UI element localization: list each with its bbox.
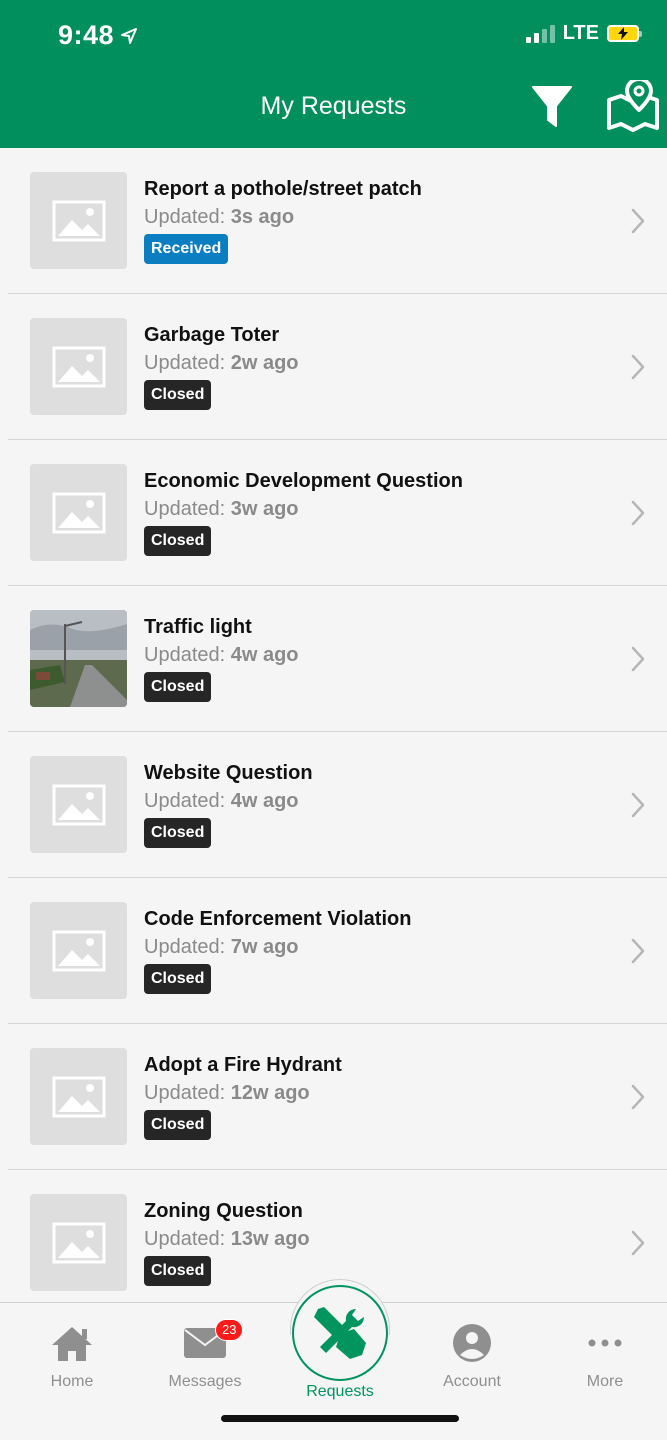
- request-updated: Updated: 4w ago: [144, 790, 299, 812]
- status-time: 9:48: [58, 20, 138, 51]
- header-bar: 9:48 LTE My Requests: [0, 0, 667, 148]
- street-photo: [30, 610, 127, 707]
- tab-home[interactable]: Home: [22, 1313, 122, 1391]
- status-badge: Closed: [144, 1256, 212, 1286]
- request-title: Zoning Question: [144, 1200, 303, 1222]
- request-title: Website Question: [144, 762, 313, 784]
- status-badge: Closed: [144, 964, 212, 994]
- network-label: LTE: [562, 22, 599, 44]
- tab-home-label: Home: [50, 1373, 94, 1390]
- chevron-right-icon: [631, 354, 645, 380]
- request-row[interactable]: Report a pothole/street patch Updated: 3…: [8, 148, 667, 294]
- filter-button[interactable]: [532, 84, 572, 130]
- placeholder-image-icon: [52, 492, 105, 533]
- tab-requests-label: Requests: [306, 1383, 374, 1400]
- chevron-right-icon: [631, 646, 645, 672]
- signal-strength-icon: [525, 24, 555, 43]
- chevron-right-icon: [631, 938, 645, 964]
- tools-icon: [314, 1307, 366, 1359]
- status-badge: Received: [144, 234, 229, 264]
- request-title: Traffic light: [144, 616, 252, 638]
- request-title: Report a pothole/street patch: [144, 178, 422, 200]
- chevron-right-icon: [631, 1084, 645, 1110]
- tab-messages[interactable]: 23 Messages: [155, 1313, 255, 1391]
- status-badge: Closed: [144, 672, 212, 702]
- status-badge: Closed: [144, 818, 212, 848]
- requests-circle: [292, 1285, 388, 1381]
- ellipsis-icon: [588, 1339, 622, 1347]
- chevron-right-icon: [631, 208, 645, 234]
- request-thumbnail: [30, 610, 127, 707]
- request-updated: Updated: 12w ago: [144, 1082, 310, 1104]
- tab-messages-label: Messages: [168, 1373, 242, 1390]
- request-thumbnail: [30, 1194, 127, 1291]
- battery-charging-icon: [607, 25, 642, 42]
- request-updated: Updated: 4w ago: [144, 644, 299, 666]
- placeholder-image-icon: [52, 1076, 105, 1117]
- request-row[interactable]: Website Question Updated: 4w ago Closed: [8, 732, 667, 878]
- tab-more-label: More: [586, 1373, 624, 1390]
- status-badge: Closed: [144, 380, 212, 410]
- chevron-right-icon: [631, 500, 645, 526]
- request-title: Code Enforcement Violation: [144, 908, 412, 930]
- status-badge: Closed: [144, 1110, 212, 1140]
- request-thumbnail: [30, 318, 127, 415]
- placeholder-image-icon: [52, 930, 105, 971]
- home-icon: [52, 1327, 92, 1361]
- request-row[interactable]: Garbage Toter Updated: 2w ago Closed: [8, 294, 667, 440]
- request-thumbnail: [30, 756, 127, 853]
- request-updated: Updated: 13w ago: [144, 1228, 310, 1250]
- placeholder-image-icon: [52, 1222, 105, 1263]
- location-arrow-icon: [121, 27, 138, 44]
- placeholder-image-icon: [52, 346, 105, 387]
- clock-text: 9:48: [58, 20, 115, 50]
- chevron-right-icon: [631, 792, 645, 818]
- request-updated: Updated: 3s ago: [144, 206, 295, 228]
- chevron-right-icon: [631, 1230, 645, 1256]
- request-updated: Updated: 3w ago: [144, 498, 299, 520]
- request-title: Economic Development Question: [144, 470, 463, 492]
- home-indicator: [221, 1415, 459, 1422]
- placeholder-image-icon: [52, 200, 105, 241]
- request-title: Garbage Toter: [144, 324, 280, 346]
- request-thumbnail: [30, 902, 127, 999]
- unread-count-badge: 23: [215, 1319, 244, 1341]
- request-row[interactable]: Code Enforcement Violation Updated: 7w a…: [8, 878, 667, 1024]
- map-pin-icon: [607, 77, 659, 132]
- request-row[interactable]: Adopt a Fire Hydrant Updated: 12w ago Cl…: [8, 1024, 667, 1170]
- tab-account[interactable]: Account: [422, 1313, 522, 1391]
- placeholder-image-icon: [52, 784, 105, 825]
- map-view-button[interactable]: [603, 77, 663, 132]
- request-title: Adopt a Fire Hydrant: [144, 1054, 342, 1076]
- tab-more[interactable]: More: [555, 1313, 655, 1391]
- status-indicators: LTE: [525, 22, 642, 45]
- request-row[interactable]: Traffic light Updated: 4w ago Closed: [8, 586, 667, 732]
- request-thumbnail: [30, 464, 127, 561]
- request-updated: Updated: 2w ago: [144, 352, 299, 374]
- filter-icon: [532, 86, 572, 127]
- request-row[interactable]: Economic Development Question Updated: 3…: [8, 440, 667, 586]
- user-circle-icon: [453, 1324, 491, 1362]
- request-list: Report a pothole/street patch Updated: 3…: [0, 148, 667, 1316]
- request-updated: Updated: 7w ago: [144, 936, 299, 958]
- tab-account-label: Account: [443, 1373, 501, 1390]
- request-thumbnail: [30, 172, 127, 269]
- request-thumbnail: [30, 1048, 127, 1145]
- status-badge: Closed: [144, 526, 212, 556]
- tab-requests[interactable]: Requests: [283, 1279, 397, 1401]
